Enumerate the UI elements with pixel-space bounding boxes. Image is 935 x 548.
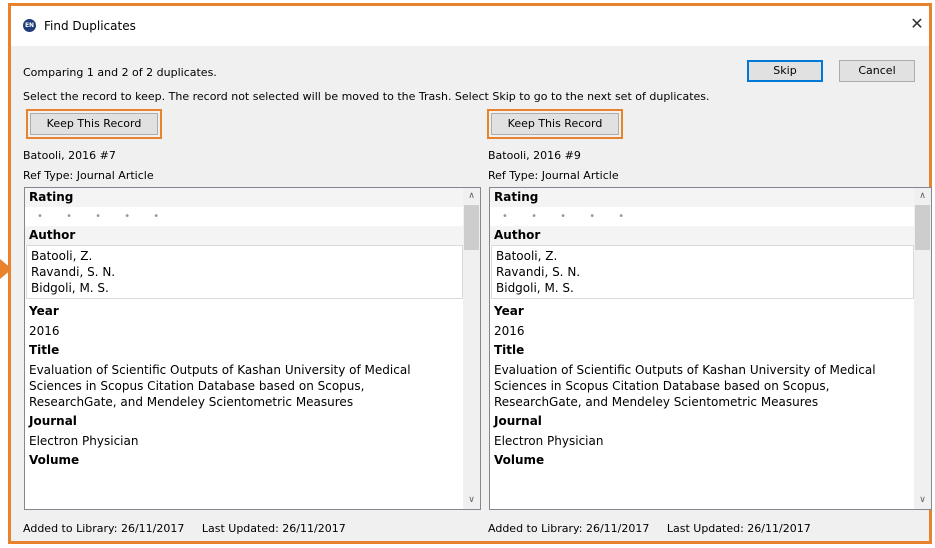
rating-stars[interactable]: • • • • • — [490, 207, 914, 226]
author-field[interactable]: Batooli, Z. Ravandi, S. N. Bidgoli, M. S… — [491, 245, 914, 299]
record-left-name: Batooli, 2016 #7 — [23, 149, 116, 162]
rating-label: Rating — [25, 188, 463, 207]
updated-date: Last Updated: 26/11/2017 — [201, 522, 346, 535]
year-label: Year — [490, 302, 914, 321]
record-left-content: Rating • • • • • Author Batooli, Z. Rava… — [25, 188, 463, 509]
title-field[interactable]: Evaluation of Scientific Outputs of Kash… — [25, 360, 463, 412]
record-right-name: Batooli, 2016 #9 — [488, 149, 581, 162]
skip-button[interactable]: Skip — [747, 60, 823, 82]
keep-this-record-right-button[interactable]: Keep This Record — [491, 113, 619, 135]
title-label: Title — [490, 341, 914, 360]
comparing-status: Comparing 1 and 2 of 2 duplicates. — [23, 66, 217, 79]
scroll-down-arrow-icon[interactable]: ∨ — [914, 492, 931, 509]
journal-field[interactable]: Electron Physician — [490, 431, 914, 451]
record-left-ref-type: Ref Type: Journal Article — [23, 169, 154, 182]
endnote-app-icon: EN — [23, 19, 36, 32]
journal-field[interactable]: Electron Physician — [25, 431, 463, 451]
record-right-scrollbar[interactable]: ∧ ∨ — [914, 188, 931, 509]
rating-stars[interactable]: • • • • • — [25, 207, 463, 226]
title-line: ResearchGate, and Mendeley Scientometric… — [29, 395, 354, 409]
scroll-up-arrow-icon[interactable]: ∧ — [463, 188, 480, 205]
author-label: Author — [25, 226, 463, 245]
close-icon[interactable]: ✕ — [907, 14, 927, 34]
title-line: Evaluation of Scientific Outputs of Kash… — [494, 363, 876, 377]
author-line: Bidgoli, M. S. — [31, 281, 109, 295]
rating-label: Rating — [490, 188, 914, 207]
volume-label: Volume — [25, 451, 463, 470]
title-line: Sciences in Scopus Citation Database bas… — [29, 379, 365, 393]
record-left-footer: Added to Library: 26/11/2017 Last Update… — [23, 522, 360, 535]
year-field[interactable]: 2016 — [25, 321, 463, 341]
cancel-button[interactable]: Cancel — [839, 60, 915, 82]
volume-label: Volume — [490, 451, 914, 470]
author-line: Bidgoli, M. S. — [496, 281, 574, 295]
window-title: Find Duplicates — [44, 19, 136, 33]
author-line: Ravandi, S. N. — [31, 265, 116, 279]
title-line: ResearchGate, and Mendeley Scientometric… — [494, 395, 819, 409]
added-date: Added to Library: 26/11/2017 — [488, 522, 650, 535]
author-line: Ravandi, S. N. — [496, 265, 581, 279]
title-label: Title — [25, 341, 463, 360]
author-field[interactable]: Batooli, Z. Ravandi, S. N. Bidgoli, M. S… — [26, 245, 463, 299]
added-date: Added to Library: 26/11/2017 — [23, 522, 185, 535]
scroll-up-arrow-icon[interactable]: ∧ — [914, 188, 931, 205]
author-line: Batooli, Z. — [496, 249, 558, 263]
title-bar: EN Find Duplicates ✕ — [11, 6, 929, 46]
updated-date: Last Updated: 26/11/2017 — [666, 522, 811, 535]
record-left-scrollbar[interactable]: ∧ ∨ — [463, 188, 480, 509]
title-line: Sciences in Scopus Citation Database bas… — [494, 379, 830, 393]
year-label: Year — [25, 302, 463, 321]
instructions-text: Select the record to keep. The record no… — [23, 90, 710, 103]
record-left-panel[interactable]: Rating • • • • • Author Batooli, Z. Rava… — [24, 187, 481, 510]
record-right-footer: Added to Library: 26/11/2017 Last Update… — [488, 522, 825, 535]
title-field[interactable]: Evaluation of Scientific Outputs of Kash… — [490, 360, 914, 412]
title-line: Evaluation of Scientific Outputs of Kash… — [29, 363, 411, 377]
scroll-thumb[interactable] — [464, 205, 479, 250]
year-field[interactable]: 2016 — [490, 321, 914, 341]
journal-label: Journal — [25, 412, 463, 431]
record-right-ref-type: Ref Type: Journal Article — [488, 169, 619, 182]
find-duplicates-dialog: EN Find Duplicates ✕ Comparing 1 and 2 o… — [8, 3, 932, 544]
author-label: Author — [490, 226, 914, 245]
record-right-content: Rating • • • • • Author Batooli, Z. Rava… — [490, 188, 914, 509]
record-right-panel[interactable]: Rating • • • • • Author Batooli, Z. Rava… — [489, 187, 932, 510]
journal-label: Journal — [490, 412, 914, 431]
keep-this-record-left-button[interactable]: Keep This Record — [30, 113, 158, 135]
scroll-thumb[interactable] — [915, 205, 930, 250]
author-line: Batooli, Z. — [31, 249, 93, 263]
scroll-down-arrow-icon[interactable]: ∨ — [463, 492, 480, 509]
keep-record-left-highlight: Keep This Record — [26, 109, 162, 139]
keep-record-right-highlight: Keep This Record — [487, 109, 623, 139]
